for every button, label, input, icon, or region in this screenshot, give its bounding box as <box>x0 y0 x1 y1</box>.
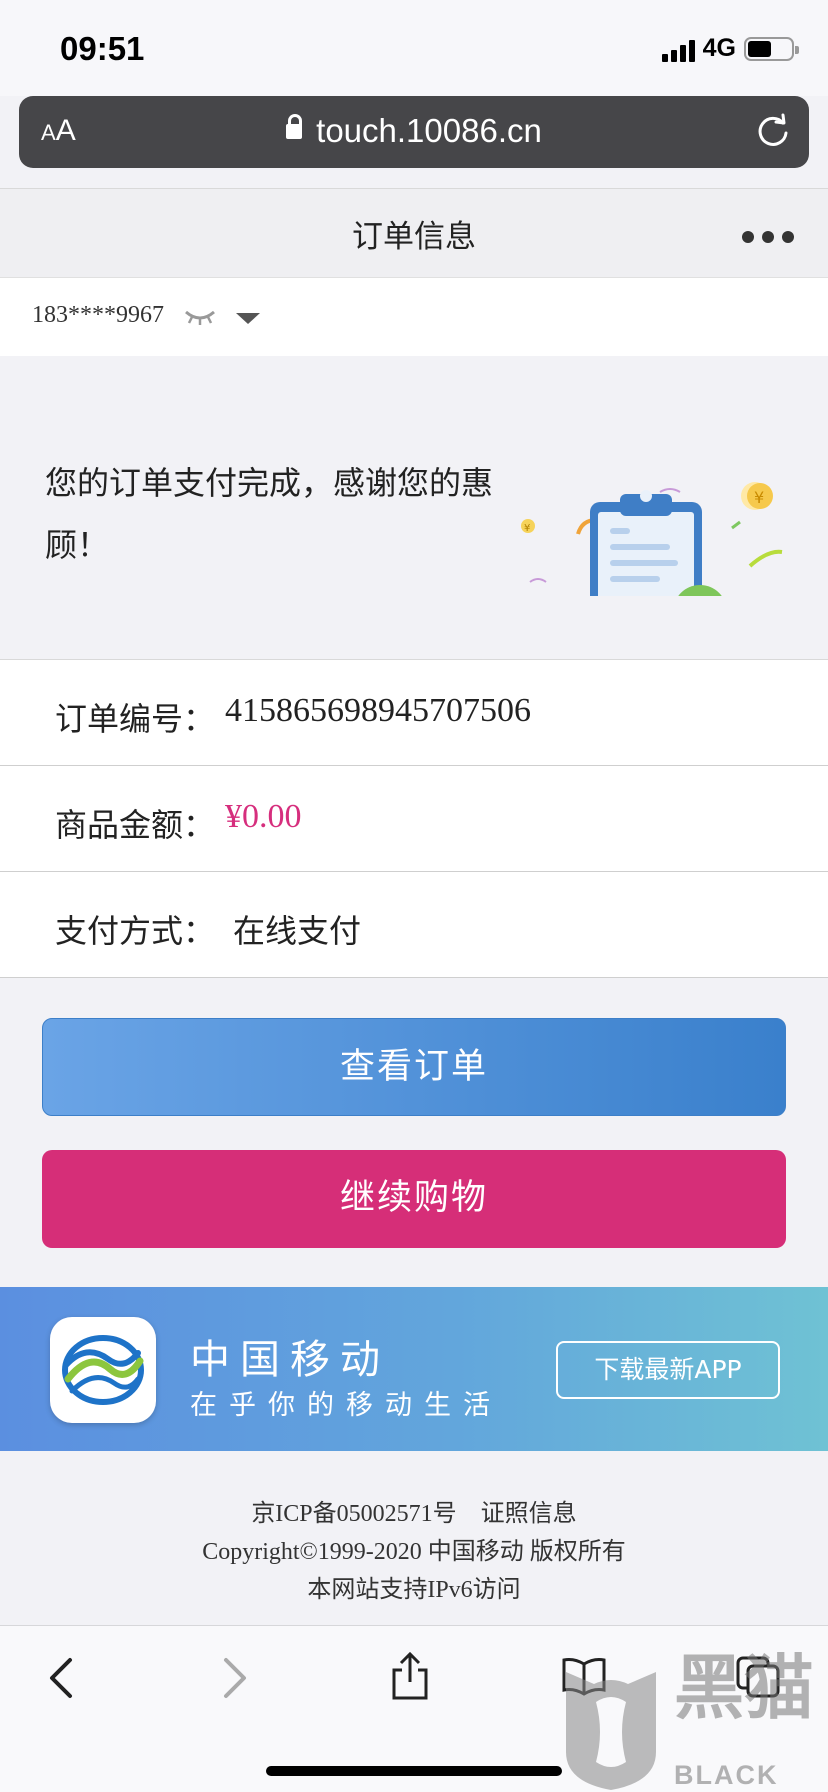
order-number-label: 订单编号： <box>55 700 216 738</box>
amount-row: 商品金额： ¥0.00 <box>0 766 828 872</box>
license-link[interactable]: 证照信息 <box>481 1501 577 1527</box>
page-header: 订单信息 <box>0 188 828 278</box>
chevron-down-icon[interactable] <box>236 313 260 324</box>
account-row[interactable]: 183****9967 <box>0 278 828 356</box>
success-banner: 您的订单支付完成，感谢您的惠顾！ ¥ ¥ <box>0 356 828 660</box>
brand-name: 中国移动 <box>190 1337 390 1383</box>
url-text: touch.10086.cn <box>316 112 542 149</box>
view-order-button[interactable]: 查看订单 <box>42 1018 786 1116</box>
share-icon[interactable] <box>388 1650 432 1702</box>
status-bar: 09:51 4G <box>0 0 828 96</box>
payment-method-label: 支付方式： <box>55 912 216 950</box>
brand-slogan: 在乎你的移动生活 <box>190 1390 502 1421</box>
amount-label: 商品金额： <box>55 806 216 844</box>
icp-link[interactable]: 京ICP备05002571号 <box>251 1501 456 1527</box>
footer-icp-line: 京ICP备05002571号 证照信息 <box>0 1493 828 1528</box>
cat-logo-icon <box>566 1672 656 1790</box>
continue-shopping-button[interactable]: 继续购物 <box>42 1150 786 1248</box>
page-title: 订单信息 <box>352 219 476 255</box>
back-icon[interactable] <box>46 1656 76 1700</box>
china-mobile-logo-icon <box>50 1317 156 1423</box>
success-message: 您的订单支付完成，感谢您的惠顾！ <box>45 464 494 564</box>
forward-icon[interactable] <box>220 1656 250 1700</box>
more-icon[interactable] <box>742 231 794 243</box>
svg-text:¥: ¥ <box>754 488 764 507</box>
ipv6-text: 本网站支持IPv6访问 <box>307 1577 521 1603</box>
watermark-subtext: BLACK CAT <box>674 1760 779 1792</box>
blackcat-watermark: 黑猫 BLACK CAT <box>556 1632 828 1792</box>
download-app-button[interactable]: 下载最新APP <box>556 1341 780 1399</box>
home-indicator <box>266 1766 562 1776</box>
payment-method-value: 在线支付 <box>233 912 362 950</box>
order-number-value: 415865698945707506 <box>225 692 531 729</box>
order-number-row: 订单编号： 415865698945707506 <box>0 660 828 766</box>
status-indicators: 4G <box>661 34 799 63</box>
site-footer: 京ICP备05002571号 证照信息 Copyright©1999-2020 … <box>0 1451 828 1625</box>
watermark-text: 黑猫 <box>674 1647 814 1729</box>
amount-value: ¥0.00 <box>225 798 302 835</box>
svg-text:¥: ¥ <box>524 523 530 534</box>
address-bar[interactable]: AA touch.10086.cn <box>19 96 809 168</box>
eye-closed-icon[interactable] <box>183 308 217 328</box>
lock-icon <box>286 114 303 144</box>
payment-method-row: 支付方式： 在线支付 <box>0 872 828 978</box>
battery-icon <box>744 36 799 61</box>
copyright-text: Copyright©1999-2020 中国移动 版权所有 <box>202 1539 626 1565</box>
signal-icon <box>661 36 695 62</box>
app-download-banner[interactable]: 中国移动 在乎你的移动生活 下载最新APP <box>0 1287 828 1451</box>
url-display[interactable]: touch.10086.cn <box>19 112 809 150</box>
reload-icon[interactable] <box>755 113 791 149</box>
clipboard-check-icon: ¥ ¥ <box>521 482 783 596</box>
status-time: 09:51 <box>60 30 145 67</box>
network-type: 4G <box>702 34 736 62</box>
phone-number: 183****9967 <box>32 302 164 328</box>
